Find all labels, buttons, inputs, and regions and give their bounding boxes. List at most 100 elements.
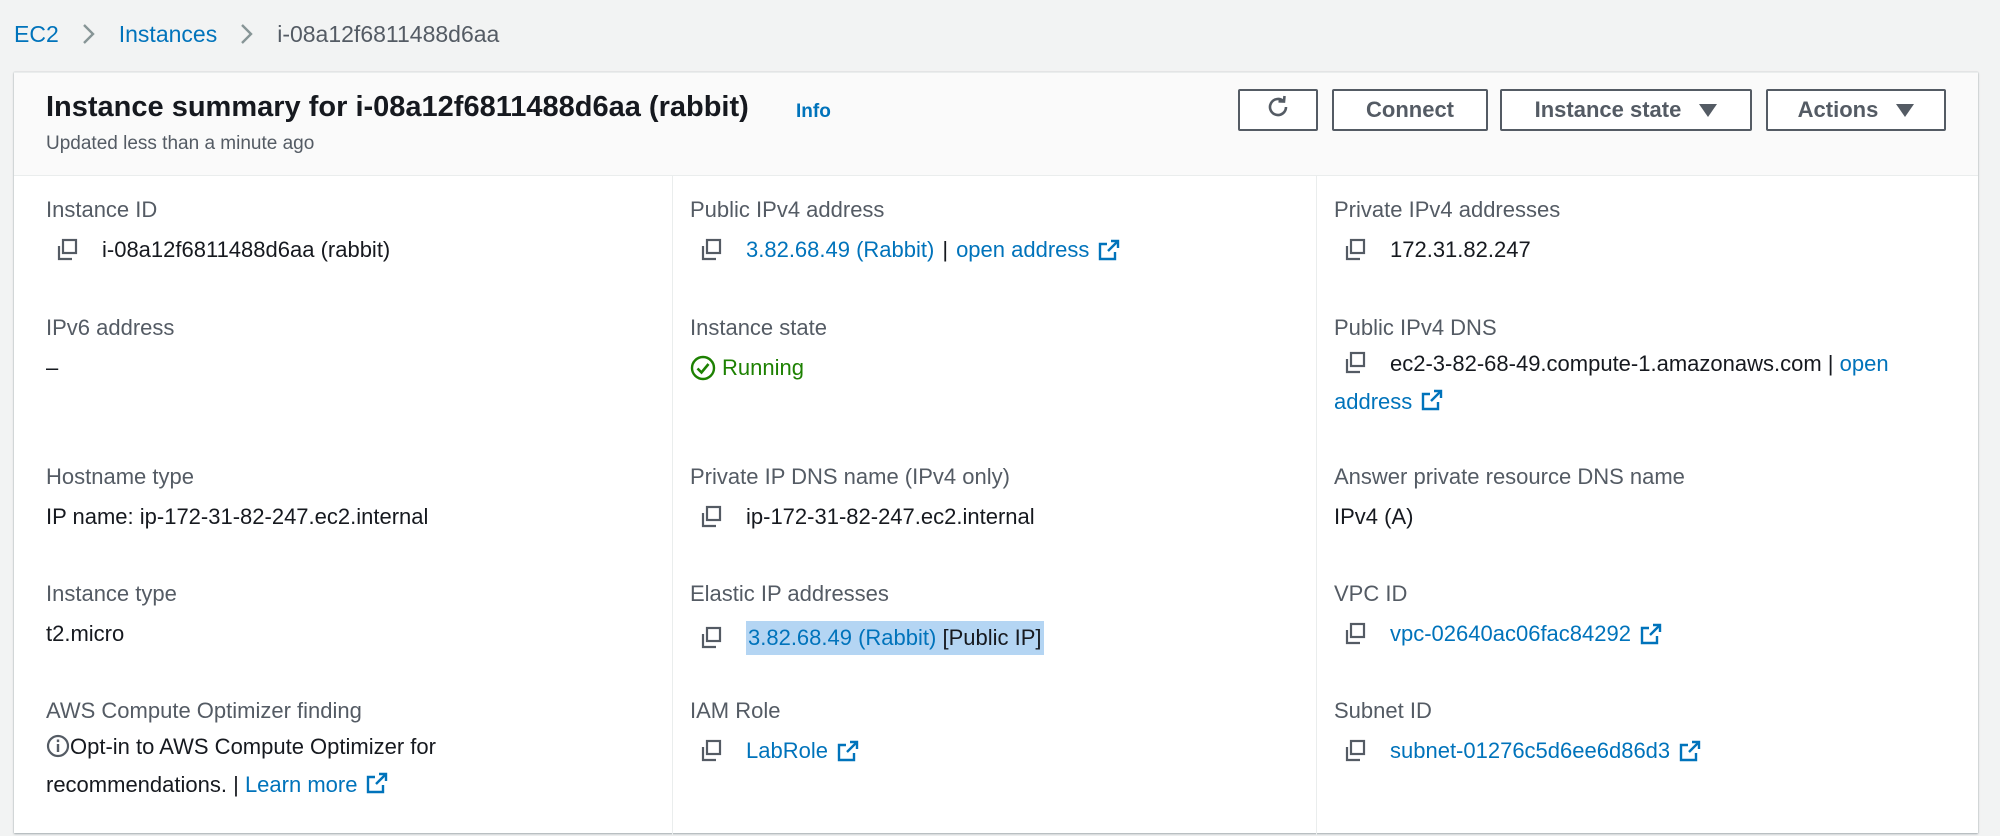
page-title: Instance summary for i-08a12f6811488d6aa… (46, 91, 749, 123)
updated-status: Updated less than a minute ago (46, 133, 315, 154)
actions-dropdown[interactable]: Actions (1766, 89, 1946, 131)
private-dns-label: Private IP DNS name (IPv4 only) (690, 464, 1010, 489)
public-ipv4-field: Public IPv4 address 3.82.68.49 (Rabbit) … (690, 197, 1121, 263)
subnet-id-value-row: subnet-01276c5d6ee6d86d3 (1334, 738, 1702, 764)
panel-header: Instance summary for i-08a12f6811488d6aa… (14, 73, 1978, 176)
public-dns-field: Public IPv4 DNS ec2-3-82-68-49.compute-1… (1334, 315, 1954, 421)
selected-text: 3.82.68.49 (Rabbit) [Public IP] (746, 621, 1044, 655)
subnet-id-label: Subnet ID (1334, 698, 1432, 723)
instance-id-label: Instance ID (46, 197, 158, 222)
breadcrumb-instances-link[interactable]: Instances (119, 21, 217, 48)
external-link-icon[interactable] (1097, 238, 1121, 262)
instance-summary-panel: Instance summary for i-08a12f6811488d6aa… (14, 72, 1978, 836)
elastic-ip-field: Elastic IP addresses 3.82.68.49 (Rabbit)… (690, 581, 1044, 655)
public-ipv4-link[interactable]: 3.82.68.49 (Rabbit) (746, 237, 934, 263)
compute-optimizer-field: AWS Compute Optimizer finding Opt-in to … (46, 698, 516, 804)
instance-id-value: i-08a12f6811488d6aa (rabbit) (102, 237, 391, 262)
copy-icon[interactable] (54, 237, 80, 263)
private-ipv4-value-row: 172.31.82.247 (1334, 237, 1560, 263)
ipv6-value: – (46, 355, 59, 380)
public-ipv4-label: Public IPv4 address (690, 197, 885, 222)
breadcrumb-ec2-link[interactable]: EC2 (14, 21, 59, 48)
private-ipv4-label: Private IPv4 addresses (1334, 197, 1561, 222)
connect-button[interactable]: Connect (1332, 89, 1488, 131)
elastic-ip-value-row: 3.82.68.49 (Rabbit) [Public IP] (690, 621, 1044, 655)
answer-dns-field: Answer private resource DNS name IPv4 (A… (1334, 464, 1685, 530)
refresh-button[interactable] (1238, 89, 1318, 131)
instance-state-value: Running (722, 355, 804, 380)
copy-icon[interactable] (1342, 237, 1368, 263)
iam-role-label: IAM Role (690, 698, 781, 723)
iam-role-field: IAM Role LabRole (690, 698, 860, 764)
compute-optimizer-label: AWS Compute Optimizer finding (46, 698, 362, 723)
vpc-id-link[interactable]: vpc-02640ac06fac84292 (1390, 621, 1631, 647)
subnet-id-field: Subnet ID subnet-01276c5d6ee6d86d3 (1334, 698, 1702, 764)
external-link-icon[interactable] (836, 739, 860, 763)
connect-button-label: Connect (1366, 97, 1454, 122)
copy-icon[interactable] (698, 504, 724, 530)
breadcrumb: EC2 Instances i-08a12f6811488d6aa (14, 14, 499, 54)
elastic-ip-link[interactable]: 3.82.68.49 (Rabbit) (748, 625, 936, 650)
ipv6-field: IPv6 address – (46, 315, 174, 381)
answer-dns-label: Answer private resource DNS name (1334, 464, 1685, 489)
external-link-icon[interactable] (1639, 622, 1663, 646)
instance-state-field: Instance state Running (690, 315, 827, 381)
iam-role-link[interactable]: LabRole (746, 738, 828, 764)
private-dns-field: Private IP DNS name (IPv4 only) ip-172-3… (690, 464, 1035, 530)
copy-icon[interactable] (698, 237, 724, 263)
answer-dns-value: IPv4 (A) (1334, 504, 1414, 529)
compute-optimizer-value: Opt-in to AWS Compute Optimizer for reco… (46, 728, 516, 804)
vpc-id-value-row: vpc-02640ac06fac84292 (1334, 621, 1663, 647)
caret-down-icon (1896, 103, 1915, 117)
copy-icon[interactable] (1342, 738, 1368, 764)
breadcrumb-current: i-08a12f6811488d6aa (277, 20, 500, 47)
learn-more-link[interactable]: Learn more (245, 772, 358, 797)
private-dns-value-row: ip-172-31-82-247.ec2.internal (690, 504, 1035, 530)
chevron-right-icon (237, 22, 257, 46)
copy-icon[interactable] (1342, 621, 1368, 647)
refresh-icon (1264, 93, 1292, 127)
instance-state-status: Running (690, 355, 827, 381)
check-circle-icon (690, 355, 716, 381)
instance-type-field: Instance type t2.micro (46, 581, 177, 647)
vpc-id-label: VPC ID (1334, 581, 1408, 606)
instance-type-label: Instance type (46, 581, 177, 606)
separator: | (942, 237, 949, 262)
elastic-ip-suffix: [Public IP] (942, 625, 1042, 650)
public-dns-label: Public IPv4 DNS (1334, 315, 1497, 340)
caret-down-icon (1699, 103, 1718, 117)
info-circle-icon (46, 734, 70, 758)
column-divider (672, 176, 673, 836)
actions-label: Actions (1797, 97, 1879, 122)
ipv6-label: IPv6 address (46, 315, 175, 340)
hostname-type-label: Hostname type (46, 464, 194, 489)
copy-icon[interactable] (1342, 350, 1368, 376)
external-link-icon[interactable] (1678, 739, 1702, 763)
private-dns-value: ip-172-31-82-247.ec2.internal (746, 504, 1035, 529)
iam-role-value-row: LabRole (690, 738, 860, 764)
public-ipv4-value-row: 3.82.68.49 (Rabbit) | open address (690, 237, 1121, 263)
instance-state-label: Instance state (1534, 97, 1682, 122)
private-ipv4-field: Private IPv4 addresses 172.31.82.247 (1334, 197, 1560, 263)
copy-icon[interactable] (698, 738, 724, 764)
copy-icon[interactable] (698, 625, 724, 651)
private-ipv4-value: 172.31.82.247 (1390, 237, 1531, 262)
column-divider (1316, 176, 1317, 836)
elastic-ip-label: Elastic IP addresses (690, 581, 889, 606)
hostname-type-value: IP name: ip-172-31-82-247.ec2.internal (46, 504, 429, 529)
external-link-icon[interactable] (1420, 388, 1444, 412)
info-link[interactable]: Info (796, 101, 831, 123)
instance-id-field: Instance ID i-08a12f6811488d6aa (rabbit) (46, 197, 390, 263)
open-address-link[interactable]: open address (956, 237, 1089, 263)
instance-state-dropdown[interactable]: Instance state (1500, 89, 1752, 131)
public-dns-value: ec2-3-82-68-49.compute-1.amazonaws.com (1390, 351, 1822, 376)
external-link-icon[interactable] (365, 771, 389, 795)
vpc-id-field: VPC ID vpc-02640ac06fac84292 (1334, 581, 1663, 647)
hostname-type-field: Hostname type IP name: ip-172-31-82-247.… (46, 464, 428, 530)
instance-id-value-row: i-08a12f6811488d6aa (rabbit) (46, 237, 390, 263)
subnet-id-link[interactable]: subnet-01276c5d6ee6d86d3 (1390, 738, 1670, 764)
public-dns-value-row: ec2-3-82-68-49.compute-1.amazonaws.com |… (1334, 345, 1954, 421)
chevron-right-icon (79, 22, 99, 46)
instance-state-field-label: Instance state (690, 315, 827, 340)
separator: | (1827, 351, 1834, 376)
